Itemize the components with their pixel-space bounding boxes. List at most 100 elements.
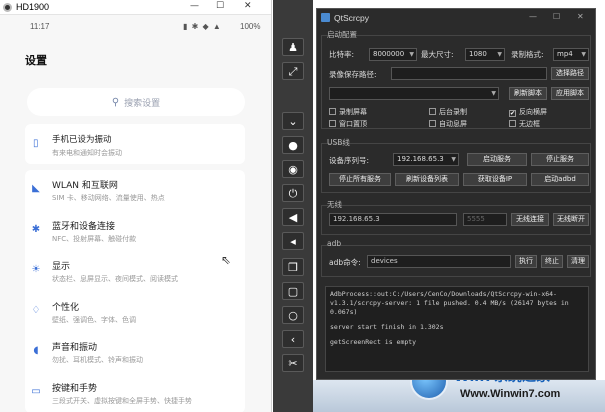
battery-level: 100% — [240, 22, 261, 31]
shirt-icon: ♢ — [31, 304, 41, 316]
settings-row[interactable]: ◣ WLAN 和互联网 SIM 卡、移动网络、流量使用、热点 — [25, 170, 245, 211]
search-input[interactable]: ⚲ 搜索设置 — [27, 88, 245, 116]
checkbox-label: 窗口置顶 — [339, 120, 367, 128]
settings-list: ◣ WLAN 和互联网 SIM 卡、移动网络、流量使用、热点 ✱ 蓝牙和设备连接 NFC、… — [25, 170, 245, 412]
refresh-devices-button[interactable]: 刷新设备列表 — [395, 173, 459, 186]
settings-row-title: 蓝牙和设备连接 — [52, 221, 116, 232]
circle-button[interactable]: ○ — [282, 306, 304, 324]
phone-window-title: HD1900 — [16, 2, 50, 12]
wireless-ip-input[interactable]: 192.168.65.3 — [329, 213, 457, 226]
settings-row-subtitle: 状态栏、息屏显示、夜间模式、阅读模式 — [52, 275, 178, 283]
record-dot-button[interactable]: ● — [282, 136, 304, 154]
adb-stop-button[interactable]: 终止 — [541, 255, 563, 268]
checkbox-box[interactable] — [429, 108, 436, 115]
settings-row-title: WLAN 和互联网 — [52, 181, 118, 191]
app-switch-icon: ❐ — [288, 261, 298, 274]
checkbox-label: 反向横屏 — [519, 108, 547, 116]
max-size-value: 1080 — [469, 50, 487, 58]
maximize-button[interactable]: ☐ — [216, 1, 224, 11]
adb-execute-button[interactable]: 执行 — [515, 255, 537, 268]
checkbox-item[interactable]: 窗口置顶 — [329, 119, 367, 129]
settings-row-title: 声音和振动 — [52, 343, 98, 353]
status-time: 11:17 — [30, 22, 50, 31]
wifi-icon: ◣ — [32, 183, 40, 194]
checkbox-item[interactable]: 录制屏幕 — [329, 107, 367, 117]
close-button[interactable]: ✕ — [244, 1, 252, 11]
start-service-button[interactable]: 启动服务 — [467, 153, 527, 166]
fullscreen-button[interactable]: ⤢ — [282, 62, 304, 80]
qt-close-button[interactable]: ✕ — [577, 12, 584, 21]
qt-maximize-button[interactable]: ☐ — [553, 12, 560, 21]
checkbox-item[interactable]: 后台录制 — [429, 107, 467, 117]
adb-command-input[interactable]: devices — [367, 255, 511, 268]
checkbox-label: 录制屏幕 — [339, 108, 367, 116]
phone-window-titlebar[interactable]: HD1900 — [0, 0, 271, 15]
save-path-input[interactable] — [391, 67, 547, 80]
log-output[interactable]: AdbProcess::out:C:/Users/CenCo/Downloads… — [325, 286, 589, 372]
settings-row[interactable]: ◖ 声音和振动勿扰、耳机模式、铃声和振动 — [25, 332, 245, 373]
home-button[interactable]: ▢ — [282, 282, 304, 300]
script-select[interactable]: ▼ — [329, 87, 499, 100]
checkbox-item[interactable]: ✔ 反向横屏 — [509, 107, 547, 117]
page-title: 设置 — [25, 54, 47, 67]
speaker-icon: ◖ — [33, 345, 39, 356]
select-path-button[interactable]: 选择路径 — [551, 67, 589, 80]
settings-row[interactable]: ♢ 个性化 壁纸、强调色、字体、色调 — [25, 292, 245, 333]
vibrate-icon: ▯ — [33, 138, 39, 149]
adb-clear-button[interactable]: 清理 — [567, 255, 589, 268]
wireless-port-input[interactable]: 5555 — [463, 213, 507, 226]
group-control-button[interactable]: ♟ — [282, 38, 304, 56]
minimize-button[interactable]: — — [190, 1, 199, 11]
scissors-button[interactable]: ✂ — [282, 354, 304, 372]
settings-row-title: 按键和手势 — [52, 383, 98, 394]
record-format-select[interactable]: mp4 ▼ — [553, 48, 589, 61]
refresh-script-button[interactable]: 刷新脚本 — [509, 87, 547, 100]
checkbox-box[interactable]: ✔ — [509, 110, 516, 117]
bitrate-label: 比特率: — [329, 50, 355, 59]
watermark-url: Www.Winwin7.com — [460, 388, 561, 400]
back-button[interactable]: ‹ — [282, 330, 304, 348]
volume-up-button[interactable]: ◀ — [282, 208, 304, 226]
wireless-connect-button[interactable]: 无线连接 — [511, 213, 549, 226]
notice-subtitle: 有来电和通知时会振动 — [52, 149, 122, 157]
power-button[interactable]: ⏻ — [282, 184, 304, 202]
stop-service-button[interactable]: 停止服务 — [531, 153, 589, 166]
checkbox-box[interactable] — [429, 120, 436, 127]
apply-script-button[interactable]: 应用脚本 — [551, 87, 589, 100]
settings-row-subtitle: NFC、投射屏幕、触碰付款 — [52, 234, 137, 243]
qt-minimize-button[interactable]: — — [529, 12, 537, 21]
settings-row-title: 个性化 — [52, 302, 80, 313]
checkbox-item[interactable]: 无边框 — [509, 119, 540, 129]
max-size-label: 最大尺寸: — [421, 50, 454, 59]
checkbox-box[interactable] — [329, 120, 336, 127]
log-line: server start finish in 1.302s — [330, 323, 444, 331]
get-device-ip-button[interactable]: 获取设备IP — [463, 173, 527, 186]
serial-select[interactable]: 192.168.65.3 ▼ — [393, 153, 459, 166]
start-adbd-button[interactable]: 启动adbd — [531, 173, 589, 186]
chevron-down-icon: ▼ — [497, 51, 502, 58]
checkbox-item[interactable]: 自动息屏 — [429, 119, 467, 129]
wireless-disconnect-button[interactable]: 无线断开 — [553, 213, 589, 226]
checkbox-box[interactable] — [329, 108, 336, 115]
settings-row[interactable]: ▭ 按键和手势 三段式开关、虚拟按键和全屏手势、快捷手势 — [25, 373, 245, 412]
qtscrcpy-window: QtScrcpy — ☐ ✕ 启动配置 比特率: 8000000 ▼ 最大尺寸: … — [316, 8, 596, 380]
checkbox-box[interactable] — [509, 120, 516, 127]
checkbox-label: 自动息屏 — [439, 120, 467, 128]
settings-row[interactable]: ☀ 显示 状态栏、息屏显示、夜间模式、阅读模式 — [25, 251, 245, 292]
eye-slash-button[interactable]: ◉ — [282, 160, 304, 178]
settings-row[interactable]: ✱ 蓝牙和设备连接 NFC、投射屏幕、触碰付款 — [25, 211, 245, 252]
bitrate-select[interactable]: 8000000 ▼ — [369, 48, 417, 61]
max-size-select[interactable]: 1080 ▼ — [465, 48, 505, 61]
settings-row-subtitle: 勿扰、耳机模式、铃声和振动 — [52, 356, 143, 364]
save-path-label: 录像保存路径: — [329, 70, 377, 79]
hide-toolbar-button[interactable]: ⌄ — [282, 112, 304, 130]
wireless-group-title: 无线 — [327, 200, 342, 209]
stop-all-services-button[interactable]: 停止所有服务 — [329, 173, 391, 186]
app-switch-button[interactable]: ❐ — [282, 258, 304, 276]
mouse-cursor-icon: ⇖ — [221, 253, 232, 267]
volume-down-button[interactable]: ◂ — [282, 232, 304, 250]
record-dot-icon: ● — [288, 139, 298, 152]
startup-config-title: 启动配置 — [327, 30, 357, 39]
vibrate-notice-card[interactable]: ▯ 手机已设为振动 有来电和通知时会振动 — [25, 124, 245, 164]
group-control-icon: ♟ — [288, 41, 298, 54]
